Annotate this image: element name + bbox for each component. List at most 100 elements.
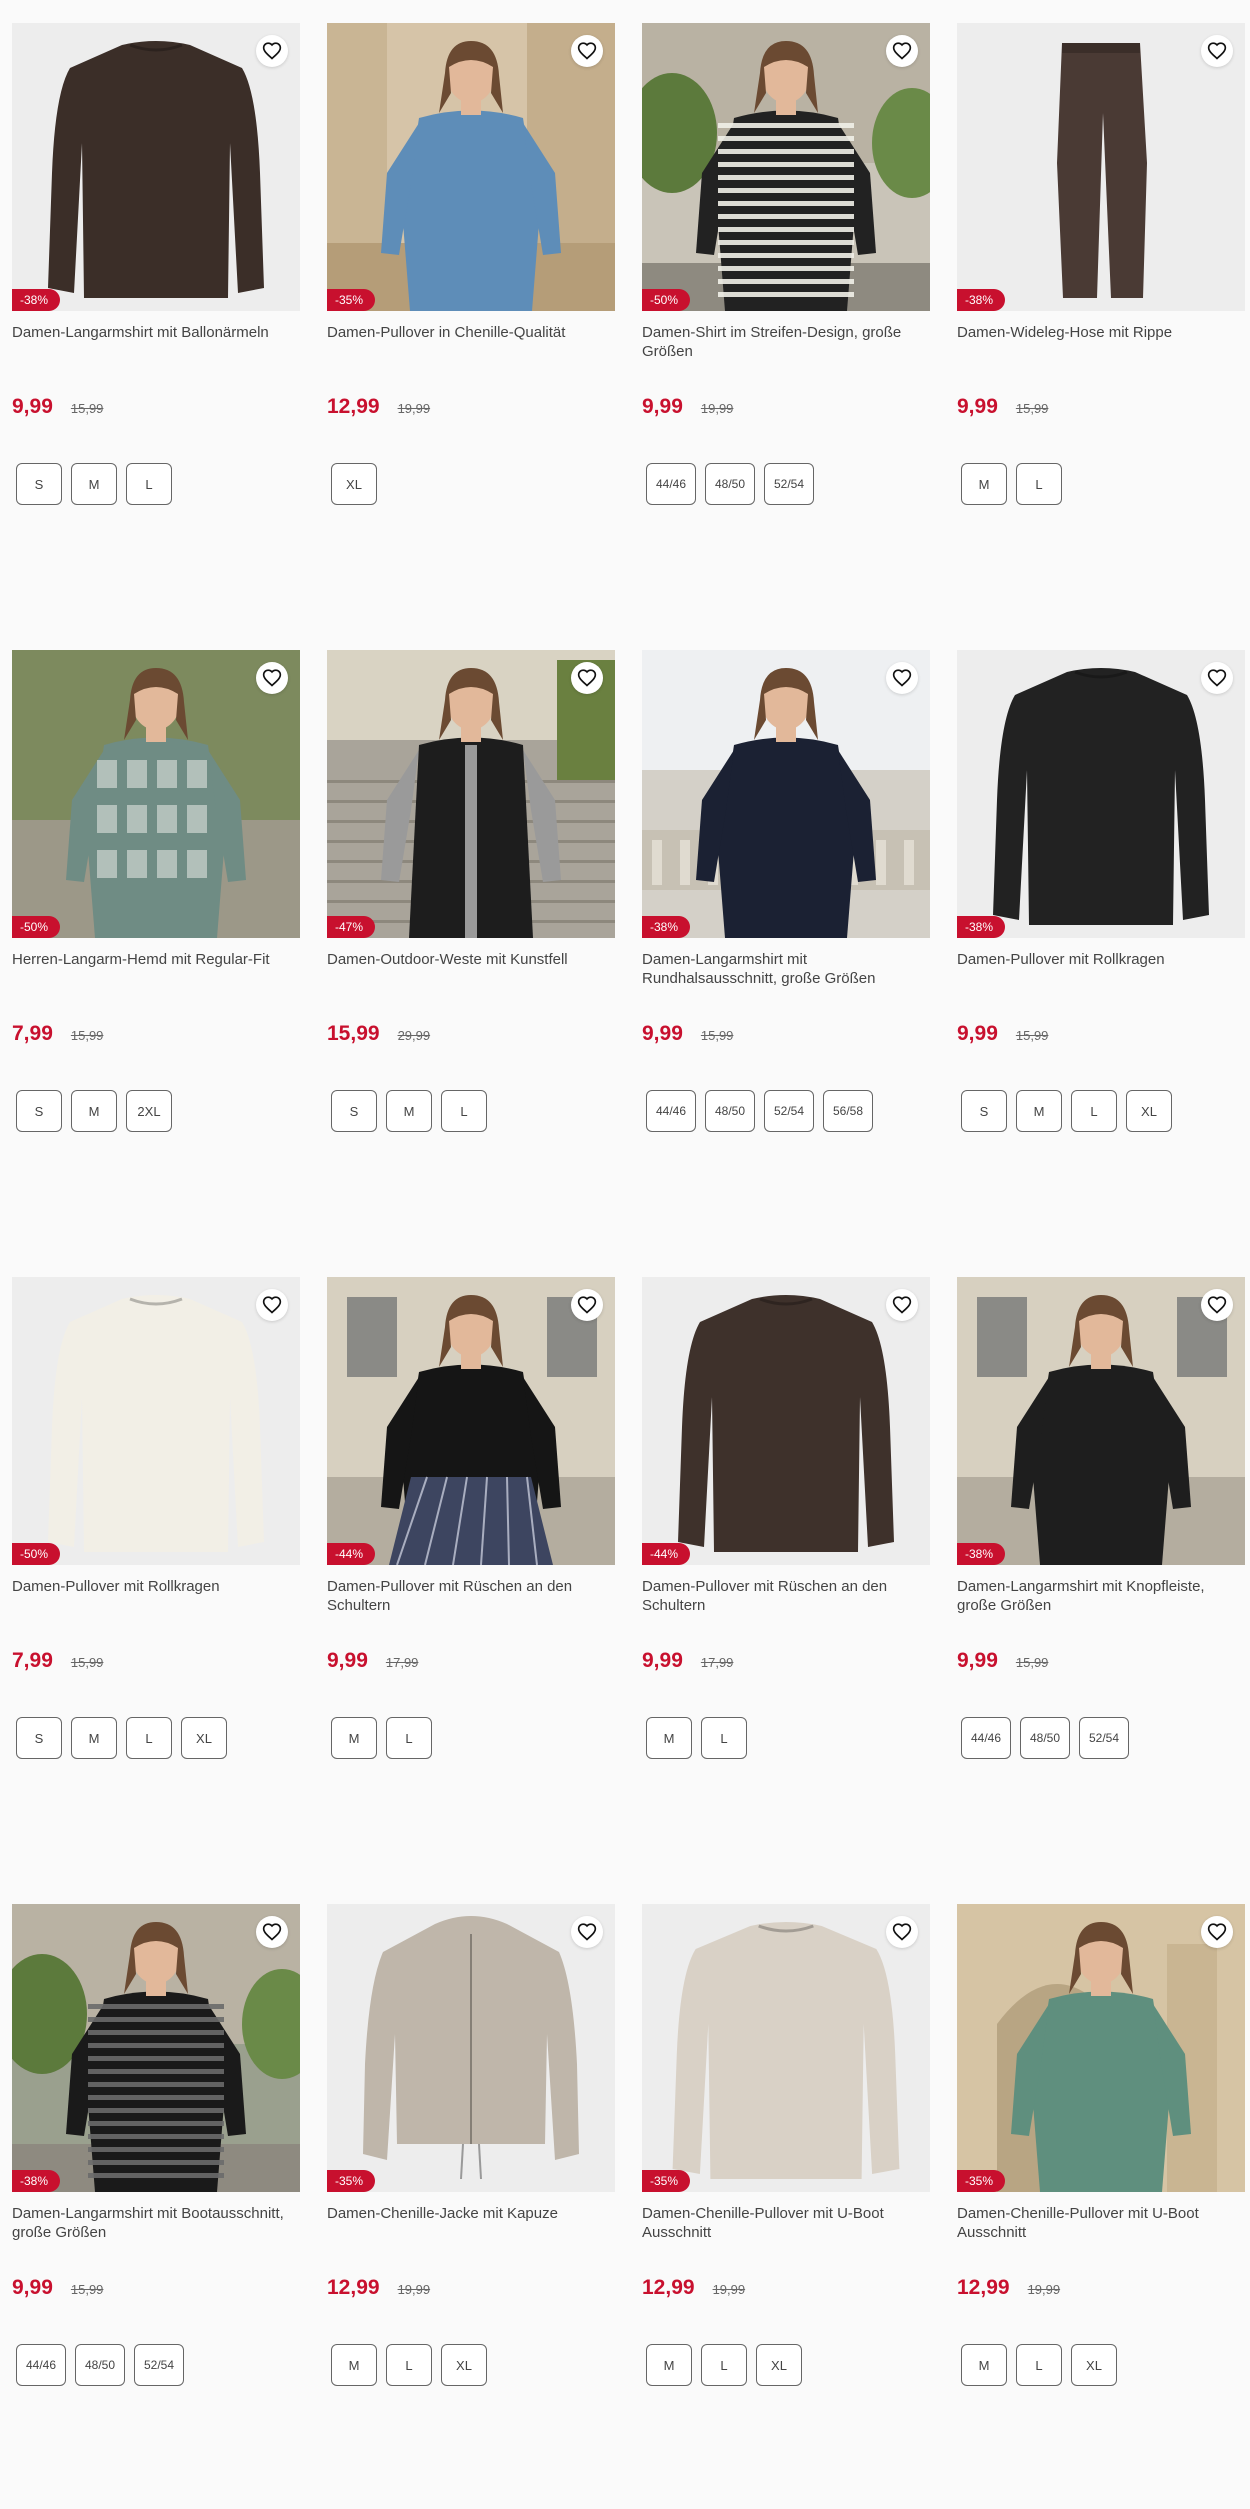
wishlist-heart-icon[interactable] <box>571 662 603 694</box>
size-option-button[interactable]: M <box>71 1717 117 1759</box>
size-option-button[interactable]: 44/46 <box>646 463 696 505</box>
size-option-button[interactable]: S <box>16 463 62 505</box>
wishlist-heart-icon[interactable] <box>571 1916 603 1948</box>
size-option-button[interactable]: M <box>961 2344 1007 2386</box>
size-option-button[interactable]: 44/46 <box>646 1090 696 1132</box>
size-option-button[interactable]: L <box>701 1717 747 1759</box>
size-option-button[interactable]: L <box>441 1090 487 1132</box>
size-option-button[interactable]: M <box>331 2344 377 2386</box>
product-image[interactable]: -47% <box>327 650 615 938</box>
size-option-button[interactable]: L <box>1071 1090 1117 1132</box>
size-option-button[interactable]: M <box>331 1717 377 1759</box>
wishlist-heart-icon[interactable] <box>256 35 288 67</box>
product-image[interactable]: -35% <box>327 1904 615 2192</box>
product-image[interactable]: -44% <box>642 1277 930 1565</box>
product-image[interactable]: -35% <box>957 1904 1245 2192</box>
size-option-button[interactable]: 52/54 <box>1079 1717 1129 1759</box>
product-card[interactable]: -50% Herren-Langarm-Hemd mit Regular-Fit… <box>12 650 300 1210</box>
size-option-button[interactable]: L <box>386 1717 432 1759</box>
size-option-button[interactable]: S <box>331 1090 377 1132</box>
product-title[interactable]: Damen-Chenille-Pullover mit U-Boot Aussc… <box>642 2204 930 2276</box>
product-title[interactable]: Damen-Wideleg-Hose mit Rippe <box>957 323 1245 395</box>
wishlist-heart-icon[interactable] <box>256 662 288 694</box>
size-option-button[interactable]: L <box>126 463 172 505</box>
size-option-button[interactable]: XL <box>1126 1090 1172 1132</box>
size-option-button[interactable]: S <box>16 1717 62 1759</box>
size-option-button[interactable]: L <box>386 2344 432 2386</box>
product-title[interactable]: Damen-Langarmshirt mit Bootausschnitt, g… <box>12 2204 300 2276</box>
size-option-button[interactable]: 48/50 <box>705 1090 755 1132</box>
product-card[interactable]: -50% Damen-Pullover mit Rollkragen 7,99 … <box>12 1277 300 1837</box>
product-card[interactable]: -35% Damen-Chenille-Pullover mit U-Boot … <box>642 1904 930 2464</box>
product-title[interactable]: Damen-Pullover mit Rollkragen <box>12 1577 300 1649</box>
size-option-button[interactable]: L <box>1016 2344 1062 2386</box>
wishlist-heart-icon[interactable] <box>1201 1289 1233 1321</box>
size-option-button[interactable]: M <box>71 1090 117 1132</box>
size-option-button[interactable]: M <box>71 463 117 505</box>
product-title[interactable]: Damen-Chenille-Jacke mit Kapuze <box>327 2204 615 2276</box>
product-title[interactable]: Damen-Pullover in Chenille-Qualität <box>327 323 615 395</box>
product-image[interactable]: -50% <box>12 650 300 938</box>
size-option-button[interactable]: 52/54 <box>764 1090 814 1132</box>
wishlist-heart-icon[interactable] <box>886 1289 918 1321</box>
size-option-button[interactable]: M <box>646 1717 692 1759</box>
size-option-button[interactable]: 48/50 <box>75 2344 125 2386</box>
product-card[interactable]: -38% Damen-Langarmshirt mit Ballonärmeln… <box>12 23 300 583</box>
product-image[interactable]: -44% <box>327 1277 615 1565</box>
size-option-button[interactable]: M <box>961 463 1007 505</box>
size-option-button[interactable]: 52/54 <box>134 2344 184 2386</box>
product-title[interactable]: Damen-Pullover mit Rollkragen <box>957 950 1245 1022</box>
wishlist-heart-icon[interactable] <box>256 1916 288 1948</box>
product-card[interactable]: -38% Damen-Wideleg-Hose mit Rippe 9,99 1… <box>957 23 1245 583</box>
size-option-button[interactable]: 56/58 <box>823 1090 873 1132</box>
size-option-button[interactable]: 44/46 <box>16 2344 66 2386</box>
size-option-button[interactable]: M <box>1016 1090 1062 1132</box>
product-card[interactable]: -38% Damen-Langarmshirt mit Knopfleiste,… <box>957 1277 1245 1837</box>
size-option-button[interactable]: 48/50 <box>705 463 755 505</box>
product-card[interactable]: -35% Damen-Chenille-Jacke mit Kapuze 12,… <box>327 1904 615 2464</box>
product-image[interactable]: -50% <box>12 1277 300 1565</box>
size-option-button[interactable]: 52/54 <box>764 463 814 505</box>
size-option-button[interactable]: S <box>961 1090 1007 1132</box>
wishlist-heart-icon[interactable] <box>886 1916 918 1948</box>
size-option-button[interactable]: XL <box>331 463 377 505</box>
wishlist-heart-icon[interactable] <box>886 35 918 67</box>
product-image[interactable]: -38% <box>957 650 1245 938</box>
product-image[interactable]: -38% <box>642 650 930 938</box>
size-option-button[interactable]: M <box>646 2344 692 2386</box>
product-image[interactable]: -38% <box>12 23 300 311</box>
product-card[interactable]: -47% Damen-Outdoor-Weste mit Kunstfell 1… <box>327 650 615 1210</box>
product-title[interactable]: Damen-Outdoor-Weste mit Kunstfell <box>327 950 615 1022</box>
wishlist-heart-icon[interactable] <box>1201 35 1233 67</box>
product-card[interactable]: -38% Damen-Langarmshirt mit Rundhalsauss… <box>642 650 930 1210</box>
product-title[interactable]: Damen-Pullover mit Rüschen an den Schult… <box>642 1577 930 1649</box>
product-title[interactable]: Herren-Langarm-Hemd mit Regular-Fit <box>12 950 300 1022</box>
size-option-button[interactable]: L <box>1016 463 1062 505</box>
product-image[interactable]: -38% <box>12 1904 300 2192</box>
product-card[interactable]: -44% Damen-Pullover mit Rüschen an den S… <box>327 1277 615 1837</box>
product-image[interactable]: -38% <box>957 1277 1245 1565</box>
product-image[interactable]: -35% <box>642 1904 930 2192</box>
wishlist-heart-icon[interactable] <box>886 662 918 694</box>
product-image[interactable]: -35% <box>327 23 615 311</box>
size-option-button[interactable]: L <box>701 2344 747 2386</box>
product-card[interactable]: -35% Damen-Chenille-Pullover mit U-Boot … <box>957 1904 1245 2464</box>
wishlist-heart-icon[interactable] <box>256 1289 288 1321</box>
product-image[interactable]: -38% <box>957 23 1245 311</box>
product-title[interactable]: Damen-Langarmshirt mit Knopfleiste, groß… <box>957 1577 1245 1649</box>
wishlist-heart-icon[interactable] <box>571 1289 603 1321</box>
product-card[interactable]: -50% Damen-Shirt im Streifen-Design, gro… <box>642 23 930 583</box>
size-option-button[interactable]: XL <box>441 2344 487 2386</box>
size-option-button[interactable]: 48/50 <box>1020 1717 1070 1759</box>
product-title[interactable]: Damen-Langarmshirt mit Ballonärmeln <box>12 323 300 395</box>
size-option-button[interactable]: M <box>386 1090 432 1132</box>
product-title[interactable]: Damen-Pullover mit Rüschen an den Schult… <box>327 1577 615 1649</box>
product-card[interactable]: -38% Damen-Pullover mit Rollkragen 9,99 … <box>957 650 1245 1210</box>
product-title[interactable]: Damen-Langarmshirt mit Rundhalsausschnit… <box>642 950 930 1022</box>
wishlist-heart-icon[interactable] <box>1201 1916 1233 1948</box>
size-option-button[interactable]: 44/46 <box>961 1717 1011 1759</box>
product-card[interactable]: -38% Damen-Langarmshirt mit Bootausschni… <box>12 1904 300 2464</box>
size-option-button[interactable]: S <box>16 1090 62 1132</box>
wishlist-heart-icon[interactable] <box>1201 662 1233 694</box>
size-option-button[interactable]: XL <box>756 2344 802 2386</box>
